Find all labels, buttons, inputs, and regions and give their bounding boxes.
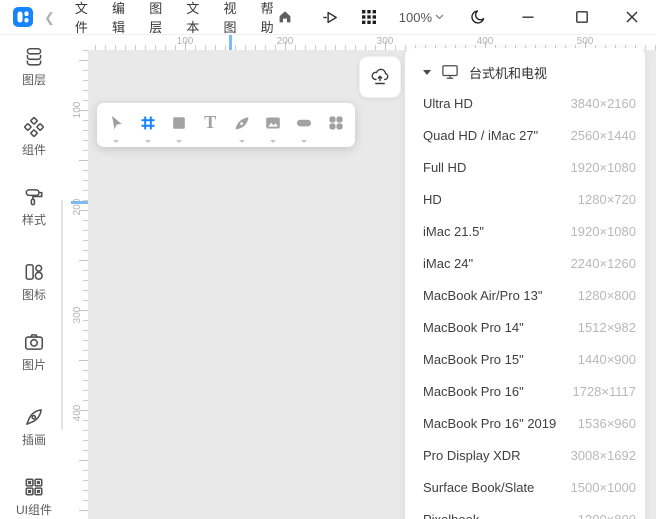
shape-tool[interactable] <box>167 103 191 147</box>
ruler-label: 400 <box>477 36 494 47</box>
ruler-label: 300 <box>72 307 83 324</box>
device-preset-panel: 台式机和电视 Ultra HD 3840×2160 Quad HD / iMac… <box>405 48 645 519</box>
tool-dropdown-caret[interactable] <box>270 140 276 143</box>
preset-row[interactable]: Pixelbook 1200×800 <box>405 503 645 519</box>
preset-row[interactable]: Pro Display XDR 3008×1692 <box>405 439 645 471</box>
zoom-value: 100% <box>399 10 432 25</box>
menu-help[interactable]: 帮助 <box>261 0 275 36</box>
ruler-label: 500 <box>577 36 594 47</box>
menu-text[interactable]: 文本 <box>186 0 200 36</box>
window-close-button[interactable] <box>622 7 642 27</box>
left-sidebar: 图层 组件 样式 图标 <box>0 35 68 519</box>
sidebar-item-layers[interactable]: 图层 <box>0 46 68 88</box>
preset-row[interactable]: MacBook Pro 16" 1728×1117 <box>405 375 645 407</box>
sidebar-item-images[interactable]: 图片 <box>0 331 68 373</box>
pen-nib-icon <box>23 406 45 428</box>
preset-row[interactable]: Ultra HD 3840×2160 <box>405 87 645 119</box>
menu-layer[interactable]: 图层 <box>149 0 163 36</box>
dark-mode-moon-icon[interactable] <box>468 7 488 27</box>
preset-row[interactable]: MacBook Pro 14" 1512×982 <box>405 311 645 343</box>
monitor-icon <box>441 64 459 80</box>
ruler-label: 300 <box>377 36 394 47</box>
paint-roller-icon <box>23 186 45 208</box>
tool-dropdown-caret[interactable] <box>145 140 151 143</box>
image-icon <box>263 113 283 133</box>
sidebar-item-ui-components[interactable]: UI组件 <box>0 476 68 518</box>
tool-dropdown-caret[interactable] <box>113 140 119 143</box>
preset-row[interactable]: Surface Book/Slate 1500×1000 <box>405 471 645 503</box>
icon-library-icon <box>23 261 45 283</box>
top-menu-bar: ❮ 文件 编辑 图层 文本 视图 帮助 <box>0 0 656 35</box>
preset-row[interactable]: iMac 21.5" 1920×1080 <box>405 215 645 247</box>
image-tool[interactable] <box>261 103 285 147</box>
sidebar-scrollbar[interactable] <box>61 200 63 430</box>
ruler-label: 100 <box>72 102 83 119</box>
panel-section-header[interactable]: 台式机和电视 <box>405 57 645 87</box>
present-icon[interactable] <box>321 7 341 27</box>
cloud-upload-icon <box>369 66 391 88</box>
vertical-ruler: 100 200 300 400 <box>68 50 88 519</box>
topbar-right-controls: 100% <box>275 7 656 27</box>
sidebar-item-styles[interactable]: 样式 <box>0 186 68 228</box>
cursor-icon <box>106 113 126 133</box>
ruler-label: 400 <box>72 405 83 422</box>
frame-tool[interactable] <box>136 103 160 147</box>
menu-edit[interactable]: 编辑 <box>112 0 126 36</box>
window-maximize-button[interactable] <box>572 7 592 27</box>
preset-row[interactable]: Full HD 1920×1080 <box>405 151 645 183</box>
tool-dropdown-caret[interactable] <box>239 140 245 143</box>
upload-button[interactable] <box>359 56 401 98</box>
preset-row[interactable]: MacBook Air/Pro 13" 1280×800 <box>405 279 645 311</box>
ruler-cursor-marker <box>71 201 88 204</box>
menu-file[interactable]: 文件 <box>75 0 89 36</box>
home-icon[interactable] <box>275 7 295 27</box>
preset-row[interactable]: Quad HD / iMac 27" 2560×1440 <box>405 119 645 151</box>
camera-icon <box>23 331 45 353</box>
component-icon <box>326 113 346 133</box>
sidebar-item-illustrations[interactable]: 插画 <box>0 406 68 448</box>
layers-icon <box>23 46 45 68</box>
app-window: ❮ 文件 编辑 图层 文本 视图 帮助 <box>0 0 656 519</box>
text-tool-icon: T <box>204 113 216 147</box>
text-tool[interactable]: T <box>198 103 222 147</box>
window-minimize-button[interactable] <box>518 7 538 27</box>
ruler-cursor-marker <box>229 35 232 50</box>
grid-apps-icon[interactable] <box>359 7 379 27</box>
panel-section-title: 台式机和电视 <box>469 63 547 82</box>
component-tool[interactable] <box>324 103 348 147</box>
frame-icon <box>138 113 158 133</box>
ruler-label: 200 <box>277 36 294 47</box>
pen-icon <box>232 113 252 133</box>
tool-dropdown-caret[interactable] <box>301 140 307 143</box>
ui-kit-icon <box>23 476 45 498</box>
components-icon <box>23 116 45 138</box>
ruler-label: 100 <box>177 36 194 47</box>
preset-row[interactable]: MacBook Pro 16" 2019 1536×960 <box>405 407 645 439</box>
back-chevron-icon[interactable]: ❮ <box>44 11 55 24</box>
rectangle-icon <box>169 113 189 133</box>
sidebar-item-components[interactable]: 组件 <box>0 116 68 158</box>
chevron-down-icon <box>435 14 444 20</box>
preset-row[interactable]: MacBook Pro 15" 1440×900 <box>405 343 645 375</box>
move-tool[interactable] <box>104 103 128 147</box>
pen-tool[interactable] <box>230 103 254 147</box>
tool-dropdown-caret[interactable] <box>176 140 182 143</box>
button-tool[interactable] <box>292 103 316 147</box>
collapse-triangle-icon <box>423 70 431 75</box>
canvas-toolbar: T <box>97 103 355 147</box>
preset-row[interactable]: iMac 24" 2240×1260 <box>405 247 645 279</box>
preset-row[interactable]: HD 1280×720 <box>405 183 645 215</box>
app-logo-icon[interactable] <box>13 7 33 27</box>
menu-view[interactable]: 视图 <box>223 0 237 36</box>
button-pill-icon <box>294 113 314 133</box>
sidebar-item-icons[interactable]: 图标 <box>0 261 68 303</box>
menu-items: 文件 编辑 图层 文本 视图 帮助 <box>75 0 275 36</box>
zoom-control[interactable]: 100% <box>399 10 444 25</box>
